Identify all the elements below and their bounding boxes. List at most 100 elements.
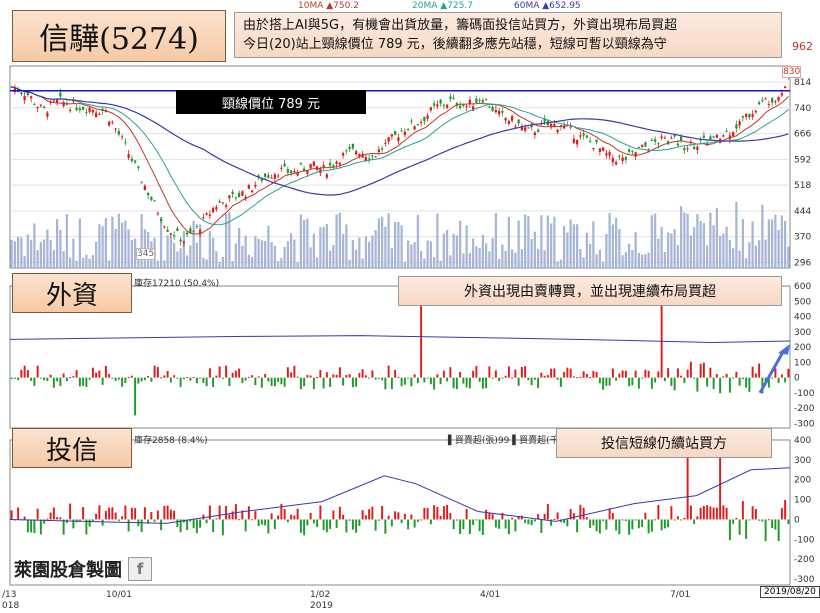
volume-bar: [429, 241, 433, 268]
flow-bar: [400, 377, 403, 387]
flow-bar: [624, 519, 627, 521]
candle-body: [608, 152, 611, 156]
flow-bar: [202, 377, 205, 383]
flow-bar: [784, 500, 787, 520]
candle-body: [81, 106, 85, 110]
flow-bar: [413, 374, 416, 378]
flow-bar: [628, 377, 631, 387]
candle-body: [423, 116, 426, 122]
candle-body: [735, 124, 738, 129]
volume-bar: [49, 240, 52, 268]
flow-bar: [754, 508, 757, 520]
flow-bar: [49, 374, 52, 378]
volume-bar: [634, 232, 637, 268]
volume-bar: [777, 229, 780, 268]
volume-bar: [114, 228, 117, 268]
volume-bar: [731, 248, 735, 268]
flow-bar: [319, 505, 322, 520]
flow-bar: [299, 519, 302, 533]
volume-bar: [107, 260, 111, 268]
volume-bar: [712, 225, 715, 268]
candle-body: [205, 213, 208, 215]
flow-bar: [527, 377, 530, 381]
flow-bar: [647, 519, 650, 534]
flow-bar: [660, 519, 663, 531]
price-tick-label: 592: [794, 155, 811, 165]
volume-bar: [423, 258, 426, 268]
flow-bar: [686, 369, 689, 378]
flow-bar: [403, 377, 406, 385]
candle-body: [712, 136, 715, 138]
volume-bar: [624, 252, 628, 268]
flow-bar: [39, 377, 42, 379]
flow-bar: [273, 377, 276, 387]
flow-bar: [173, 510, 176, 520]
flow-bar: [589, 376, 592, 378]
candle-body: [237, 192, 241, 197]
candle-body: [569, 126, 572, 128]
candle-body: [692, 146, 696, 150]
flow-bar: [23, 516, 26, 520]
volume-bar: [88, 258, 91, 268]
volume-bar: [111, 216, 114, 268]
candle-body: [124, 142, 127, 144]
price-tick-label: 814: [794, 78, 811, 88]
candle-body: [517, 119, 520, 124]
flow-bar: [277, 515, 280, 520]
volume-bar: [81, 257, 85, 268]
volume-bar: [393, 222, 397, 268]
flow-bar: [615, 519, 618, 531]
volume-bar: [494, 213, 498, 268]
flow-bar: [741, 377, 744, 380]
flow-bar: [186, 377, 189, 379]
candle-body: [403, 131, 407, 136]
flow-bar: [780, 508, 783, 520]
panel-tick-label: -100: [794, 389, 815, 399]
candle-body: [98, 113, 101, 115]
flow-bar: [225, 505, 228, 520]
flow-bar: [501, 377, 504, 379]
flow-bar: [202, 514, 205, 520]
price-tick-label: 666: [794, 130, 811, 140]
candle-body: [624, 157, 628, 160]
candle-body: [400, 130, 403, 132]
candle-body: [390, 134, 394, 137]
flow-bar: [62, 373, 65, 378]
volume-bar: [283, 246, 286, 268]
candle-body: [676, 143, 680, 146]
volume-bar: [413, 242, 416, 268]
flow-bar: [10, 377, 13, 380]
flow-bar: [628, 519, 631, 535]
candle-body: [725, 130, 728, 132]
flow-bar: [117, 519, 120, 521]
volume-bar: [533, 231, 537, 268]
flow-bar: [725, 373, 728, 378]
volume-bar: [442, 233, 446, 268]
flow-bar: [351, 377, 354, 388]
volume-bar: [42, 239, 46, 268]
volume-bar: [380, 216, 384, 268]
flow-bar: [345, 519, 348, 533]
candle-body: [445, 104, 449, 108]
flow-bar: [452, 377, 455, 389]
price-panel: 296 370 444 518 592 666 740 814: [9, 65, 811, 269]
flow-bar: [693, 519, 696, 524]
flow-bar: [238, 519, 241, 521]
flow-bar: [758, 363, 761, 378]
volume-bar: [257, 238, 260, 268]
flow-bar: [618, 373, 621, 378]
candle-body: [351, 143, 355, 149]
candle-body: [777, 96, 780, 101]
flow-bar: [771, 377, 774, 379]
flow-bar: [647, 370, 650, 378]
panel-tick-label: 400: [794, 313, 811, 323]
flow-bar: [530, 377, 533, 386]
volume-bar: [98, 224, 101, 268]
page-title: 信驊(5274): [12, 10, 226, 62]
candle-body: [751, 114, 754, 117]
flow-bar: [355, 519, 358, 533]
candle-body: [605, 153, 608, 156]
candle-body: [426, 115, 429, 119]
candle-body: [419, 121, 423, 123]
legend-ma10: 10MA ▲750.2: [298, 1, 359, 11]
